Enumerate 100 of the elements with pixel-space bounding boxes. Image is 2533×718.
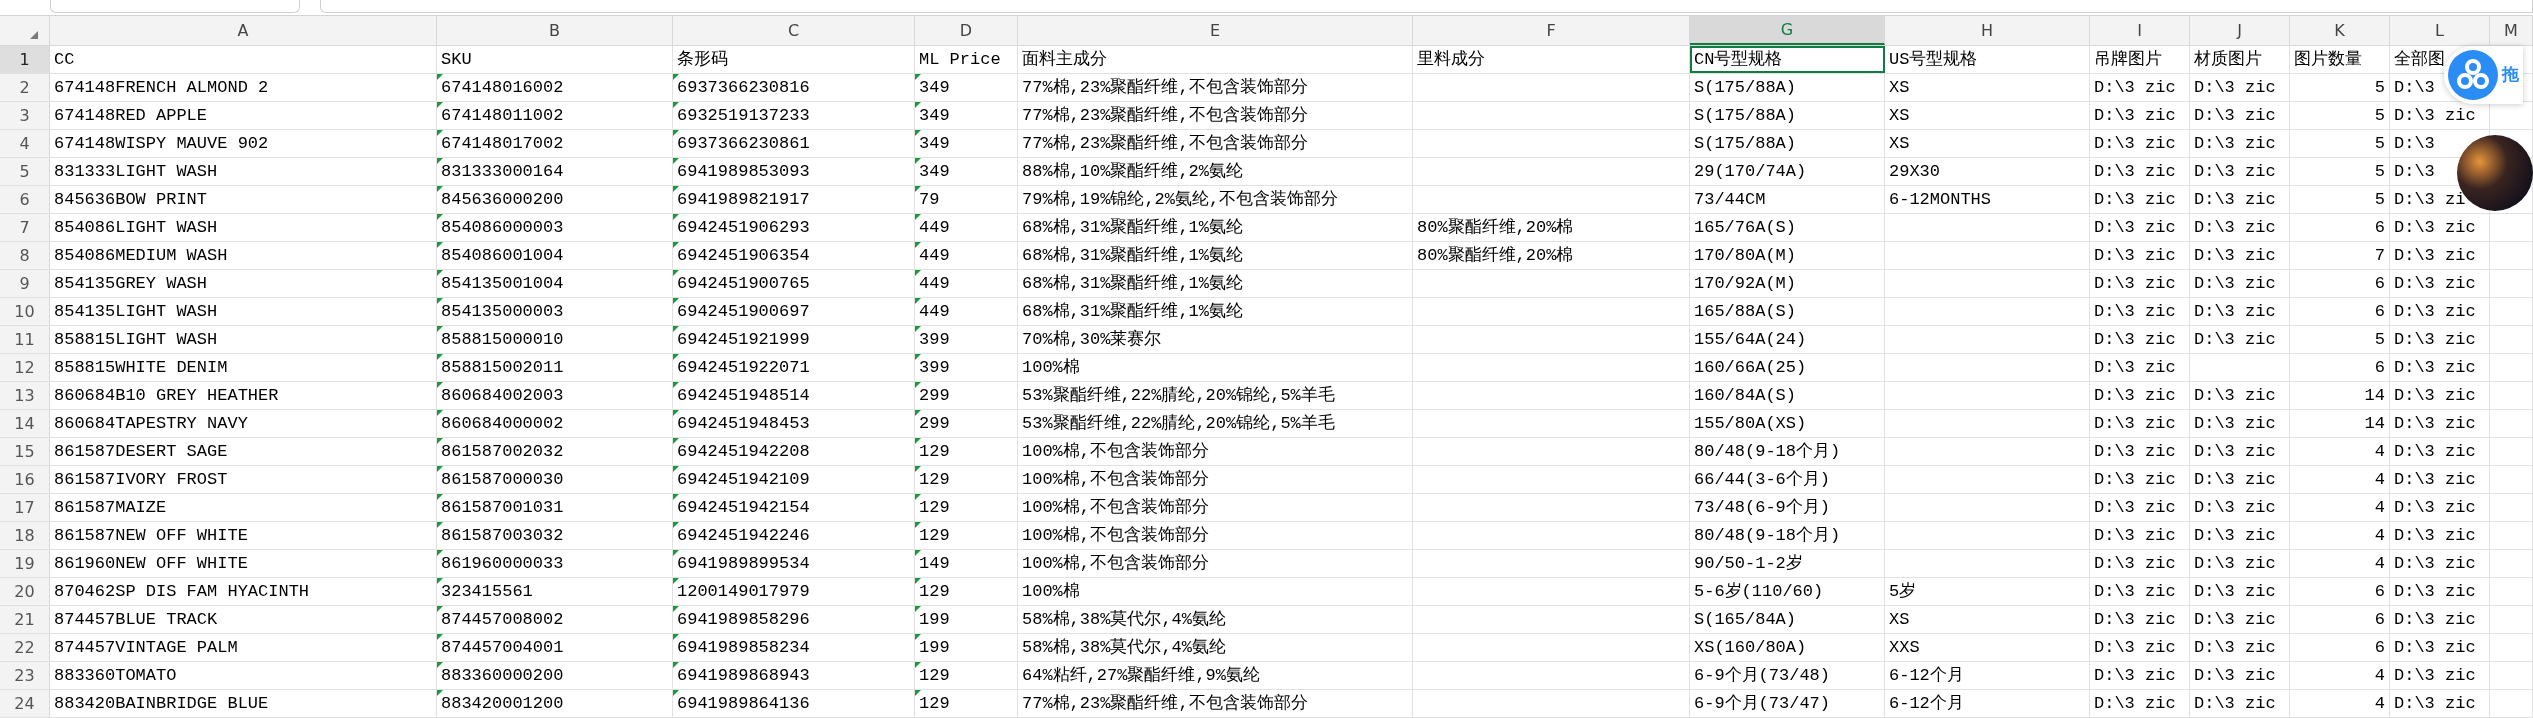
column-header[interactable]: L [2390, 16, 2490, 45]
column-header[interactable]: A [50, 16, 437, 45]
active-cell[interactable]: CN号型规格 [1690, 46, 1885, 73]
row-header[interactable]: 7 [0, 214, 50, 241]
row-header[interactable]: 5 [0, 158, 50, 185]
row-header[interactable]: 18 [0, 522, 50, 549]
row-header[interactable]: 17 [0, 494, 50, 521]
table-cell: 53%聚酯纤维,22%腈纶,20%锦纶,5%羊毛 [1022, 415, 1335, 432]
column-header[interactable]: C [673, 16, 915, 45]
table-cell: S(175/88A) [1694, 79, 1797, 96]
table-cell: 6942451942246 [677, 527, 810, 544]
row-header[interactable]: 21 [0, 606, 50, 633]
table-cell: 6 [2374, 583, 2385, 600]
table-cell: 160/84A(S) [1694, 387, 1797, 404]
table-cell: 100%棉 [1022, 359, 1080, 376]
table-cell: XS [1889, 79, 1910, 96]
table-cell: D:\3 zic [2194, 527, 2276, 544]
table-cell: XS [1889, 611, 1910, 628]
table-cell: 6942451921999 [677, 331, 810, 348]
row-header[interactable]: 24 [0, 690, 50, 717]
table-cell: 845636BOW PRINT [54, 191, 208, 208]
row-header[interactable]: 1 [0, 46, 50, 73]
row-header[interactable]: 10 [0, 298, 50, 325]
table-cell: D:\3 zic [2194, 555, 2276, 572]
table-cell: 861587001031 [441, 499, 564, 516]
table-cell: 6-12MONTHS [1889, 191, 1992, 208]
formula-field[interactable] [320, 0, 2533, 13]
table-cell: D:\3 zic [2194, 163, 2276, 180]
table-cell: D:\3 zic [2394, 303, 2476, 320]
table-cell: 449 [919, 219, 950, 236]
table-cell: D:\3 zic [2394, 387, 2476, 404]
table-cell: 4 [2374, 443, 2385, 460]
table-cell: D:\3 zic [2094, 583, 2176, 600]
row-header[interactable]: 20 [0, 578, 50, 605]
row-header[interactable]: 3 [0, 102, 50, 129]
row-header[interactable]: 4 [0, 130, 50, 157]
table-cell: D:\3 zic [2094, 107, 2176, 124]
table-cell: D:\3 zic [2394, 471, 2476, 488]
row-header[interactable]: 2 [0, 74, 50, 101]
table-cell: 68%棉,31%聚酯纤维,1%氨纶 [1022, 219, 1244, 236]
row-header[interactable]: 11 [0, 326, 50, 353]
table-cell: 6942451900697 [677, 303, 810, 320]
table-cell: 6942451922071 [677, 359, 810, 376]
column-header[interactable]: H [1885, 16, 2090, 45]
table-cell: 58%棉,38%莫代尔,4%氨纶 [1022, 611, 1227, 628]
table-cell: 860684000002 [441, 415, 564, 432]
column-header[interactable]: B [437, 16, 673, 45]
table-cell: D:\3 zic [2094, 611, 2176, 628]
row-header[interactable]: 14 [0, 410, 50, 437]
table-cell: 854086LIGHT WASH [54, 219, 218, 236]
table-cell: 6941989868943 [677, 667, 810, 684]
table-cell: D:\3 zic [2194, 219, 2276, 236]
cloud-logo-icon [2448, 50, 2498, 100]
table-cell: 854086000003 [441, 219, 564, 236]
table-cell: 53%聚酯纤维,22%腈纶,20%锦纶,5%羊毛 [1022, 387, 1335, 404]
table-cell: 6941989858296 [677, 611, 810, 628]
table-cell: 6942451942154 [677, 499, 810, 516]
row-header[interactable]: 19 [0, 550, 50, 577]
table-cell: 4 [2374, 695, 2385, 712]
name-box[interactable] [50, 0, 300, 13]
table-cell: 860684002003 [441, 387, 564, 404]
table-cell: 14 [2364, 415, 2385, 432]
table-cell: 4 [2374, 527, 2385, 544]
column-header[interactable]: M [2490, 16, 2533, 45]
table-cell: D:\3 zic [2094, 359, 2176, 376]
column-header[interactable]: E [1018, 16, 1413, 45]
column-header[interactable]: I [2090, 16, 2190, 45]
row-header[interactable]: 12 [0, 354, 50, 381]
table-cell: 349 [919, 135, 950, 152]
column-header[interactable]: D [915, 16, 1018, 45]
table-cell: 4 [2374, 555, 2385, 572]
row-header[interactable]: 9 [0, 270, 50, 297]
table-cell: 874457008002 [441, 611, 564, 628]
table-cell: 6942451906293 [677, 219, 810, 236]
table-cell: 80/48(9-18个月) [1694, 527, 1841, 544]
table-cell: 6942451942109 [677, 471, 810, 488]
table-cell: 6941989853093 [677, 163, 810, 180]
table-cell: 条形码 [677, 51, 728, 68]
table-cell: D:\3 zic [2094, 79, 2176, 96]
table-cell: D:\3 zic [2194, 135, 2276, 152]
table-cell: 674148FRENCH ALMOND 2 [54, 79, 269, 96]
row-header[interactable]: 6 [0, 186, 50, 213]
table-cell: 6 [2374, 611, 2385, 628]
table-cell: 材质图片 [2194, 51, 2262, 68]
column-header[interactable]: G [1690, 16, 1885, 45]
row-header[interactable]: 22 [0, 634, 50, 661]
table-cell: 858815LIGHT WASH [54, 331, 218, 348]
table-cell: 861587002032 [441, 443, 564, 460]
column-header[interactable]: K [2290, 16, 2390, 45]
row-header[interactable]: 15 [0, 438, 50, 465]
table-cell: 90/50-1-2岁 [1694, 555, 1803, 572]
table-cell: 7 [2374, 247, 2385, 264]
table-cell: 68%棉,31%聚酯纤维,1%氨纶 [1022, 275, 1244, 292]
column-header[interactable]: J [2190, 16, 2290, 45]
table-cell: D:\3 zic [2094, 275, 2176, 292]
row-header[interactable]: 16 [0, 466, 50, 493]
row-header[interactable]: 13 [0, 382, 50, 409]
row-header[interactable]: 23 [0, 662, 50, 689]
table-cell: 874457BLUE TRACK [54, 611, 218, 628]
row-header[interactable]: 8 [0, 242, 50, 269]
